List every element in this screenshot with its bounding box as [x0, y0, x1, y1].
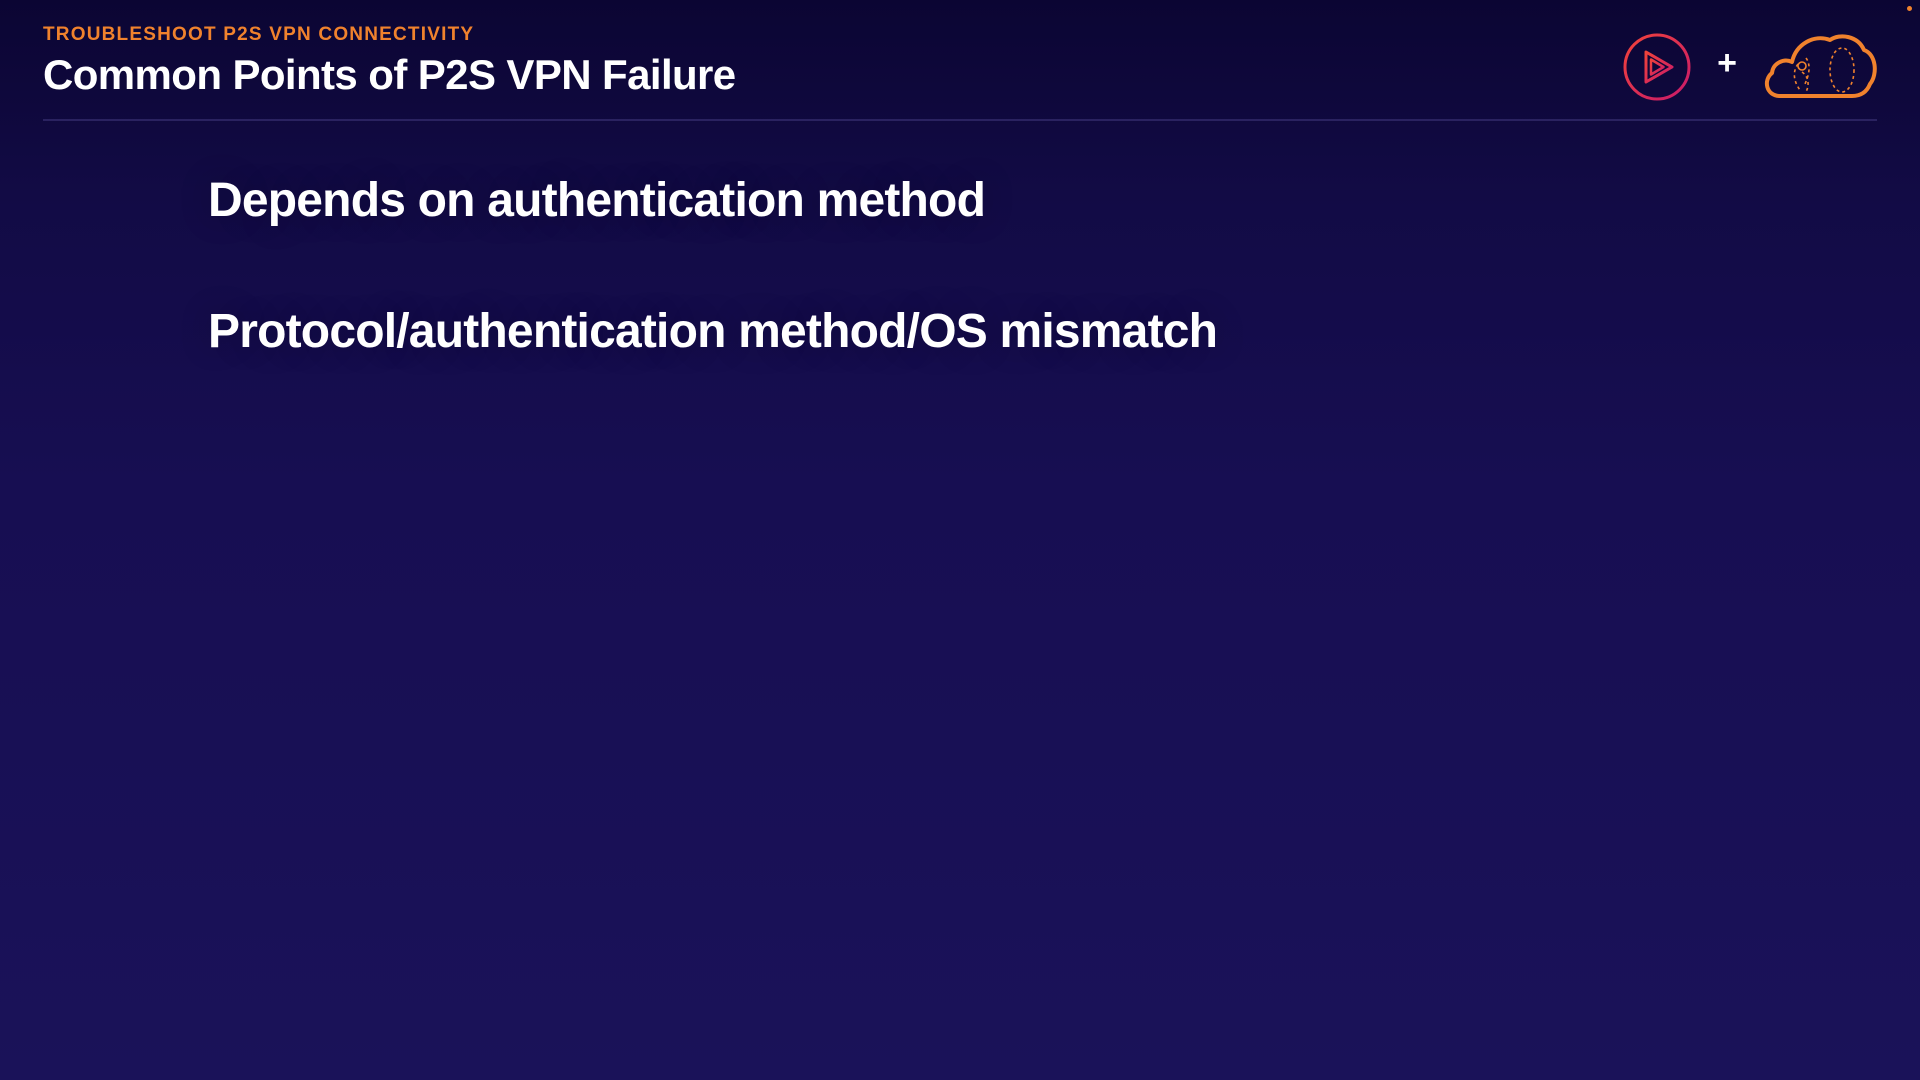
corner-dot	[1907, 6, 1912, 11]
page-title: Common Points of P2S VPN Failure	[43, 51, 736, 98]
bullet-item-1: Depends on authentication method	[208, 174, 986, 227]
section-eyebrow: TROUBLESHOOT P2S VPN CONNECTIVITY	[43, 24, 475, 45]
bullet-item-2: Protocol/authentication method/OS mismat…	[208, 305, 1218, 358]
cloud-logo-icon	[1764, 34, 1877, 98]
plus-sign: +	[1717, 44, 1737, 82]
slide: TROUBLESHOOT P2S VPN CONNECTIVITY Common…	[0, 0, 1920, 1080]
play-logo-icon	[1623, 33, 1691, 101]
header-divider	[43, 119, 1877, 121]
